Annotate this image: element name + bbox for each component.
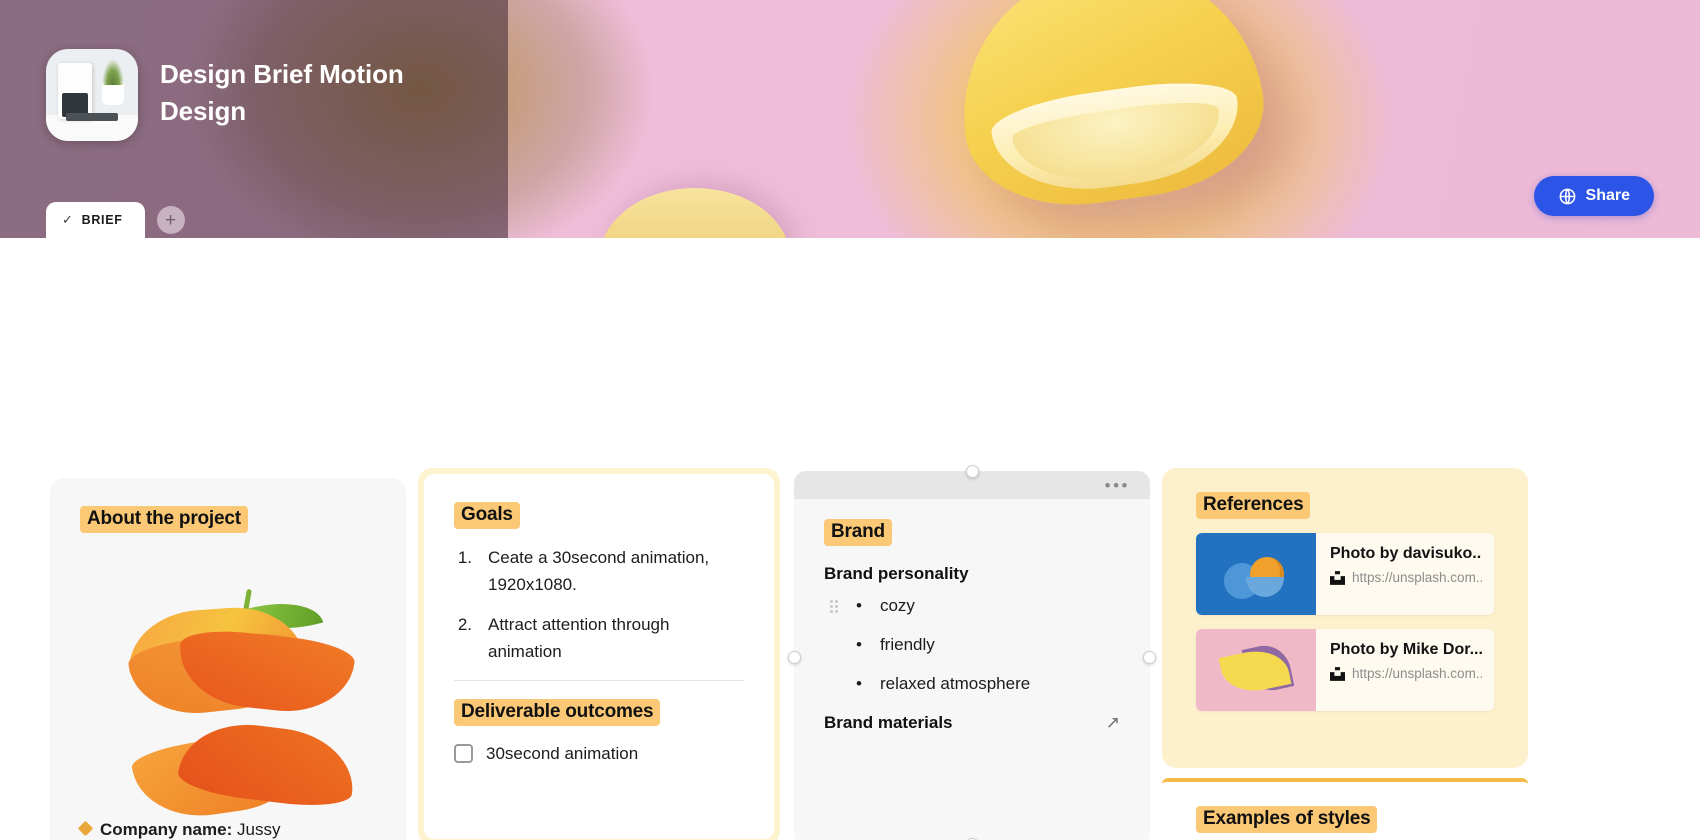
card-about-heading: About the project — [80, 506, 248, 533]
card-brand-heading: Brand — [824, 519, 892, 546]
goal-text: Attract attention through animation — [488, 615, 670, 662]
drag-handle-icon[interactable] — [830, 600, 841, 614]
reference-title: Photo by davisuko... — [1330, 545, 1482, 562]
card-references[interactable]: References Photo by davisuko... https://… — [1162, 468, 1528, 768]
card-about-project[interactable]: About the project Company name: Jussy In… — [50, 478, 406, 840]
tab-brief-label: BRIEF — [81, 213, 123, 227]
lemon-decoration — [945, 0, 1275, 220]
more-options-icon[interactable]: ••• — [1105, 477, 1130, 494]
lemon-decoration-secondary — [600, 188, 790, 238]
goals-list: 1. Ceate a 30second animation, 1920x1080… — [454, 545, 744, 666]
avatar[interactable] — [46, 49, 138, 141]
list-item[interactable]: Photo by davisuko... https://unsplash.co… — [1196, 533, 1494, 615]
check-icon: ✓ — [62, 212, 74, 227]
card-brand[interactable]: ••• Brand Brand personality • cozy • fri… — [788, 465, 1156, 840]
deliverable-heading: Deliverable outcomes — [454, 698, 661, 726]
board-canvas: About the project Company name: Jussy In… — [0, 238, 1700, 840]
tab-brief[interactable]: ✓ BRIEF — [46, 202, 145, 238]
reference-url[interactable]: https://unsplash.com... — [1352, 570, 1482, 585]
goal-item: 1. Ceate a 30second animation, 1920x1080… — [454, 545, 744, 598]
brand-personality-heading: Brand personality — [824, 564, 969, 583]
brand-personality-label: relaxed atmosphere — [879, 674, 1031, 693]
tab-bar: ✓ BRIEF + — [46, 202, 185, 238]
resize-handle-right[interactable] — [1143, 651, 1156, 664]
brand-personality-item[interactable]: • cozy — [824, 596, 1120, 616]
reference-thumbnail[interactable] — [1196, 533, 1316, 615]
reference-url[interactable]: https://unsplash.com... — [1352, 666, 1482, 681]
board-header: Design Brief Motion Design ✓ BRIEF + Sha… — [0, 0, 1700, 238]
bullet-icon: • — [856, 635, 862, 654]
deliverable-checkbox-row[interactable]: 30second animation — [454, 744, 744, 764]
divider — [454, 679, 744, 681]
page-title: Design Brief Motion Design — [160, 59, 404, 126]
fact-company-value: Jussy — [236, 820, 281, 839]
diamond-bullet-icon — [77, 820, 94, 837]
globe-icon — [1559, 188, 1575, 204]
brand-personality-list: • cozy • friendly • relaxed atmosphere — [824, 596, 1120, 694]
share-button[interactable]: Share — [1533, 176, 1654, 216]
brand-materials-row[interactable]: Brand materials ↗ — [824, 713, 1120, 733]
reference-title: Photo by Mike Dor... — [1330, 641, 1482, 658]
checkbox-icon[interactable] — [454, 744, 473, 764]
card-examples-of-styles[interactable]: Examples of styles — [1162, 778, 1528, 840]
brand-personality-label: cozy — [879, 596, 915, 615]
goal-number: 1. — [457, 548, 472, 567]
add-tab-button[interactable]: + — [156, 206, 185, 234]
bullet-icon: • — [856, 596, 862, 615]
resize-handle-left[interactable] — [788, 651, 801, 664]
brand-materials-heading: Brand materials — [824, 713, 953, 732]
fact-company-label: Company name: — [100, 820, 233, 839]
brand-personality-item[interactable]: • friendly — [824, 635, 1120, 655]
unsplash-icon — [1330, 570, 1345, 585]
brand-personality-label: friendly — [879, 635, 935, 654]
reference-thumbnail[interactable] — [1196, 629, 1316, 711]
bullet-icon: • — [856, 674, 862, 693]
brand-personality-item[interactable]: • relaxed atmosphere — [824, 674, 1120, 694]
card-references-heading: References — [1196, 492, 1311, 519]
goal-text: Ceate a 30second animation, 1920x1080. — [488, 548, 710, 594]
goal-item: 2. Attract attention through animation — [454, 612, 744, 665]
card-styles-heading: Examples of styles — [1196, 806, 1378, 833]
unsplash-icon — [1330, 666, 1345, 681]
card-goals-heading: Goals — [454, 502, 520, 529]
resize-handle-top[interactable] — [966, 465, 979, 478]
external-link-icon[interactable]: ↗ — [1106, 713, 1120, 733]
card-goals[interactable]: Goals 1. Ceate a 30second animation, 192… — [418, 468, 780, 840]
list-item[interactable]: Photo by Mike Dor... https://unsplash.co… — [1196, 629, 1494, 711]
orange-slices-illustration — [80, 553, 376, 825]
share-label: Share — [1585, 187, 1630, 204]
goal-number: 2. — [457, 615, 472, 635]
deliverable-label: 30second animation — [486, 743, 639, 763]
fact-company: Company name: Jussy — [77, 817, 376, 840]
